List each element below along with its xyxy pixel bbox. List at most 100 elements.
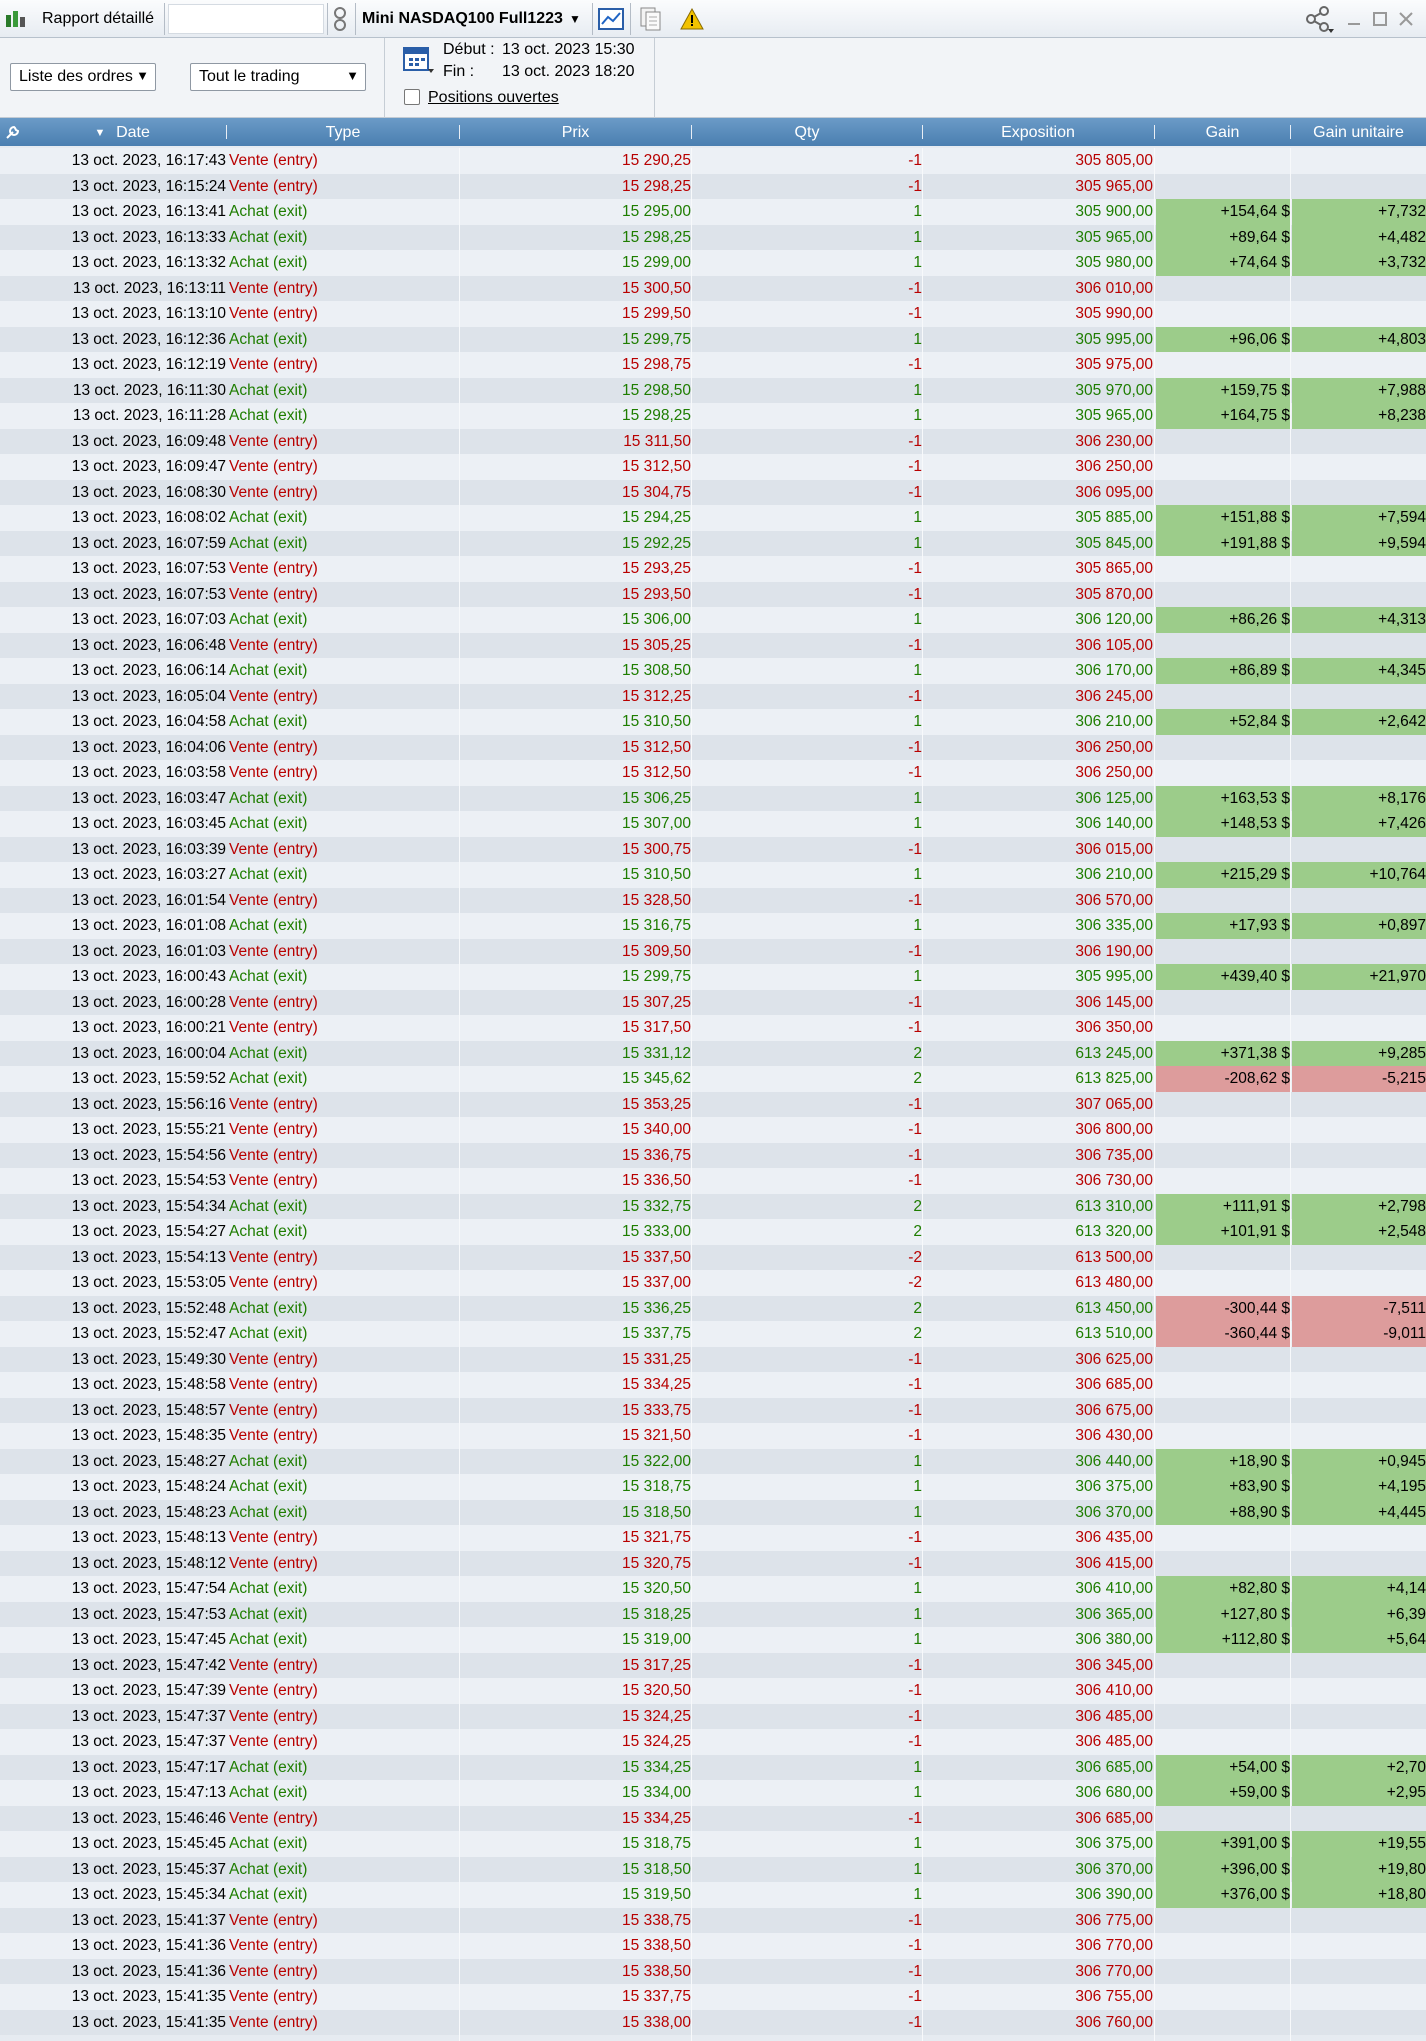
- column-date[interactable]: Date: [110, 118, 156, 146]
- filter-select[interactable]: Tout le trading ▼: [190, 63, 366, 91]
- warning-icon[interactable]: [680, 0, 704, 38]
- table-row[interactable]: 13 oct. 2023, 15:54:56 Vente (entry) 15 33…: [0, 1142, 1426, 1168]
- table-row[interactable]: 13 oct. 2023, 15:52:47 Achat (exit) 15 337…: [0, 1321, 1426, 1347]
- table-row[interactable]: 13 oct. 2023, 15:41:35 Vente (entry) 15 33…: [0, 1984, 1426, 2010]
- table-row[interactable]: 13 oct. 2023, 16:13:11 Vente (entry) 15 30…: [0, 275, 1426, 301]
- table-row[interactable]: 13 oct. 2023, 16:03:39 Vente (entry) 15 30…: [0, 836, 1426, 862]
- table-row[interactable]: 13 oct. 2023, 16:05:04 Vente (entry) 15 31…: [0, 683, 1426, 709]
- table-row[interactable]: 13 oct. 2023, 15:45:45 Achat (exit) 15 318…: [0, 1831, 1426, 1857]
- maximize-icon[interactable]: [1372, 0, 1388, 38]
- table-row[interactable]: 13 oct. 2023, 15:45:34 Achat (exit) 15 319…: [0, 1882, 1426, 1908]
- close-icon[interactable]: [1398, 0, 1414, 38]
- table-row[interactable]: 13 oct. 2023, 15:56:16 Vente (entry) 15 35…: [0, 1091, 1426, 1117]
- table-row[interactable]: 13 oct. 2023, 16:00:43 Achat (exit) 15 299…: [0, 964, 1426, 990]
- table-row[interactable]: 13 oct. 2023, 16:09:47 Vente (entry) 15 31…: [0, 454, 1426, 480]
- table-row[interactable]: 13 oct. 2023, 16:00:21 Vente (entry) 15 31…: [0, 1015, 1426, 1041]
- document-icon[interactable]: [638, 0, 664, 38]
- table-row[interactable]: 13 oct. 2023, 15:47:17 Achat (exit) 15 334…: [0, 1754, 1426, 1780]
- calendar-icon[interactable]: [402, 43, 434, 80]
- cell-exposition: 306 120,00: [1075, 611, 1153, 628]
- table-row[interactable]: 13 oct. 2023, 15:41:36 Vente (entry) 15 33…: [0, 1933, 1426, 1959]
- table-row[interactable]: 13 oct. 2023, 15:48:24 Achat (exit) 15 318…: [0, 1474, 1426, 1500]
- table-row[interactable]: 13 oct. 2023, 16:17:43 Vente (entry) 15 29…: [0, 148, 1426, 174]
- share-icon[interactable]: [1304, 0, 1334, 38]
- table-row[interactable]: 13 oct. 2023, 16:12:19 Vente (entry) 15 29…: [0, 352, 1426, 378]
- table-row[interactable]: 13 oct. 2023, 16:06:14 Achat (exit) 15 308…: [0, 658, 1426, 684]
- table-row[interactable]: 13 oct. 2023, 15:47:13 Achat (exit) 15 334…: [0, 1780, 1426, 1806]
- table-row[interactable]: 13 oct. 2023, 16:01:08 Achat (exit) 15 316…: [0, 913, 1426, 939]
- column-gain-unitaire[interactable]: Gain unitaire: [1291, 118, 1426, 146]
- table-row[interactable]: 13 oct. 2023, 16:07:53 Vente (entry) 15 29…: [0, 581, 1426, 607]
- table-row[interactable]: 13 oct. 2023, 15:53:05 Vente (entry) 15 33…: [0, 1270, 1426, 1296]
- table-row[interactable]: 13 oct. 2023, 16:11:30 Achat (exit) 15 298…: [0, 377, 1426, 403]
- table-row[interactable]: 13 oct. 2023, 16:11:28 Achat (exit) 15 298…: [0, 403, 1426, 429]
- table-row[interactable]: 13 oct. 2023, 15:59:52 Achat (exit) 15 345…: [0, 1066, 1426, 1092]
- table-row[interactable]: 13 oct. 2023, 15:49:30 Vente (entry) 15 33…: [0, 1346, 1426, 1372]
- table-row[interactable]: 13 oct. 2023, 15:41:37 Vente (entry) 15 33…: [0, 1907, 1426, 1933]
- table-row[interactable]: 13 oct. 2023, 16:01:03 Vente (entry) 15 30…: [0, 938, 1426, 964]
- table-row[interactable]: 13 oct. 2023, 16:06:48 Vente (entry) 15 30…: [0, 632, 1426, 658]
- table-row[interactable]: 13 oct. 2023, 15:48:58 Vente (entry) 15 33…: [0, 1372, 1426, 1398]
- column-type[interactable]: Type: [228, 118, 458, 146]
- end-value[interactable]: 13 oct. 2023 18:20: [502, 63, 635, 81]
- table-row[interactable]: 13 oct. 2023, 16:03:47 Achat (exit) 15 306…: [0, 785, 1426, 811]
- table-row[interactable]: 13 oct. 2023, 15:47:37 Vente (entry) 15 32…: [0, 1703, 1426, 1729]
- table-row[interactable]: 13 oct. 2023, 15:54:27 Achat (exit) 15 333…: [0, 1219, 1426, 1245]
- column-prix[interactable]: Prix: [460, 118, 691, 146]
- open-positions-checkbox[interactable]: [404, 89, 420, 105]
- table-row[interactable]: 13 oct. 2023, 15:48:12 Vente (entry) 15 32…: [0, 1550, 1426, 1576]
- start-value[interactable]: 13 oct. 2023 15:30: [502, 41, 635, 59]
- table-row[interactable]: 13 oct. 2023, 15:54:34 Achat (exit) 15 332…: [0, 1193, 1426, 1219]
- minimize-icon[interactable]: [1346, 0, 1362, 38]
- table-row[interactable]: 13 oct. 2023, 16:13:10 Vente (entry) 15 29…: [0, 301, 1426, 327]
- table-row[interactable]: 13 oct. 2023, 16:15:24 Vente (entry) 15 29…: [0, 173, 1426, 199]
- column-qty[interactable]: Qty: [692, 118, 922, 146]
- table-row[interactable]: 13 oct. 2023, 15:54:13 Vente (entry) 15 33…: [0, 1244, 1426, 1270]
- table-row[interactable]: 13 oct. 2023, 16:07:53 Vente (entry) 15 29…: [0, 556, 1426, 582]
- table-row[interactable]: 13 oct. 2023, 16:03:27 Achat (exit) 15 310…: [0, 862, 1426, 888]
- table-row[interactable]: 13 oct. 2023, 16:04:58 Achat (exit) 15 310…: [0, 709, 1426, 735]
- table-row[interactable]: 13 oct. 2023, 15:45:37 Achat (exit) 15 318…: [0, 1856, 1426, 1882]
- column-exposition[interactable]: Exposition: [923, 118, 1153, 146]
- table-row[interactable]: 13 oct. 2023, 16:03:58 Vente (entry) 15 31…: [0, 760, 1426, 786]
- wrench-icon[interactable]: [0, 118, 26, 146]
- table-row[interactable]: 13 oct. 2023, 15:55:21 Vente (entry) 15 34…: [0, 1117, 1426, 1143]
- table-row[interactable]: 13 oct. 2023, 15:48:23 Achat (exit) 15 318…: [0, 1499, 1426, 1525]
- table-row[interactable]: 13 oct. 2023, 15:48:27 Achat (exit) 15 322…: [0, 1448, 1426, 1474]
- table-row[interactable]: 13 oct. 2023, 16:08:30 Vente (entry) 15 30…: [0, 479, 1426, 505]
- link-icon[interactable]: [332, 0, 348, 38]
- table-row[interactable]: 13 oct. 2023, 15:47:42 Vente (entry) 15 31…: [0, 1652, 1426, 1678]
- chart-icon[interactable]: [598, 0, 624, 38]
- table-row[interactable]: 13 oct. 2023, 16:00:28 Vente (entry) 15 30…: [0, 989, 1426, 1015]
- cell-type: Vente (entry): [229, 177, 318, 195]
- table-row[interactable]: 13 oct. 2023, 15:54:53 Vente (entry) 15 33…: [0, 1168, 1426, 1194]
- table-row[interactable]: 13 oct. 2023, 16:13:33 Achat (exit) 15 298…: [0, 224, 1426, 250]
- table-row[interactable]: 13 oct. 2023, 16:08:02 Achat (exit) 15 294…: [0, 505, 1426, 531]
- table-row[interactable]: 13 oct. 2023, 15:46:46 Vente (entry) 15 33…: [0, 1805, 1426, 1831]
- table-row[interactable]: 13 oct. 2023, 16:01:54 Vente (entry) 15 32…: [0, 887, 1426, 913]
- table-row[interactable]: 13 oct. 2023, 16:00:04 Achat (exit) 15 331…: [0, 1040, 1426, 1066]
- instrument-selector[interactable]: Mini NASDAQ100 Full1223 ▼: [362, 0, 581, 38]
- table-row[interactable]: 13 oct. 2023, 15:47:53 Achat (exit) 15 318…: [0, 1601, 1426, 1627]
- table-row[interactable]: 13 oct. 2023, 16:04:06 Vente (entry) 15 31…: [0, 734, 1426, 760]
- table-row[interactable]: 13 oct. 2023, 15:47:39 Vente (entry) 15 32…: [0, 1678, 1426, 1704]
- table-row[interactable]: 13 oct. 2023, 15:52:48 Achat (exit) 15 336…: [0, 1295, 1426, 1321]
- table-row[interactable]: 13 oct. 2023, 16:13:41 Achat (exit) 15 295…: [0, 199, 1426, 225]
- table-row[interactable]: 13 oct. 2023, 16:12:36 Achat (exit) 15 299…: [0, 326, 1426, 352]
- column-gain[interactable]: Gain: [1155, 118, 1290, 146]
- view-select[interactable]: Liste des ordres ▼: [10, 63, 156, 91]
- table-row[interactable]: 13 oct. 2023, 15:48:13 Vente (entry) 15 32…: [0, 1525, 1426, 1551]
- table-row[interactable]: 13 oct. 2023, 15:41:35 Vente (entry) 15 33…: [0, 2009, 1426, 2035]
- open-positions-label[interactable]: Positions ouvertes: [428, 89, 559, 107]
- table-row[interactable]: 13 oct. 2023, 16:09:48 Vente (entry) 15 31…: [0, 428, 1426, 454]
- table-row[interactable]: 13 oct. 2023, 16:07:59 Achat (exit) 15 292…: [0, 530, 1426, 556]
- table-row[interactable]: 13 oct. 2023, 15:48:35 Vente (entry) 15 32…: [0, 1423, 1426, 1449]
- table-row[interactable]: 13 oct. 2023, 16:07:03 Achat (exit) 15 306…: [0, 607, 1426, 633]
- table-row[interactable]: 13 oct. 2023, 16:03:45 Achat (exit) 15 307…: [0, 811, 1426, 837]
- table-row[interactable]: 13 oct. 2023, 15:47:45 Achat (exit) 15 319…: [0, 1627, 1426, 1653]
- table-row[interactable]: 13 oct. 2023, 16:13:32 Achat (exit) 15 299…: [0, 250, 1426, 276]
- table-row[interactable]: 13 oct. 2023, 15:41:36 Vente (entry) 15 33…: [0, 1958, 1426, 1984]
- table-row[interactable]: 13 oct. 2023, 15:47:54 Achat (exit) 15 320…: [0, 1576, 1426, 1602]
- table-row[interactable]: 13 oct. 2023, 15:48:57 Vente (entry) 15 33…: [0, 1397, 1426, 1423]
- table-row[interactable]: 13 oct. 2023, 15:47:37 Vente (entry) 15 32…: [0, 1729, 1426, 1755]
